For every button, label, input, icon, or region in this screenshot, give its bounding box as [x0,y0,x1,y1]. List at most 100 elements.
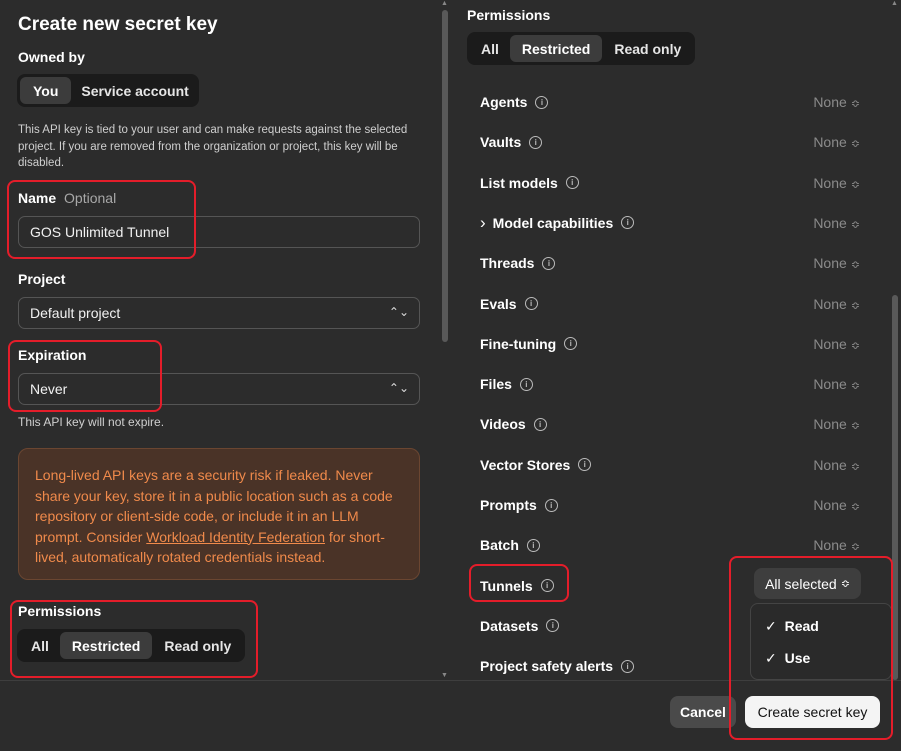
owner-description: This API key is tied to your user and ca… [18,124,408,169]
info-icon[interactable]: i [533,417,547,431]
updown-chevron-icon: ⌃⌄ [388,381,409,395]
info-icon[interactable]: i [564,337,578,351]
permission-row: Files i None ≎ [480,373,860,395]
highlight-name [7,180,196,259]
cancel-button[interactable]: Cancel [670,696,736,728]
permission-name: Batch [480,537,519,554]
info-icon[interactable]: i [565,176,579,190]
expiration-note: This API key will not expire. [18,415,165,429]
permission-row: Prompts i None ≎ [480,494,860,516]
permission-name: Threads [480,255,535,272]
permission-value-select[interactable]: None ≎ [813,94,860,110]
updown-chevron-icon: ≎ [850,460,860,473]
left-scrollbar[interactable] [442,10,448,342]
owner-option-service-account[interactable]: Service account [71,77,198,104]
permission-value: None [813,134,847,151]
permission-name: Prompts [480,497,537,513]
info-icon[interactable]: i [524,297,538,310]
updown-chevron-icon: ≎ [850,299,860,312]
highlight-expiration [8,340,162,412]
project-select[interactable]: Default project ⌃⌄ [18,297,420,329]
permission-row: List models i None ≎ [480,172,860,194]
scroll-up-icon[interactable]: ▲ [441,0,448,7]
highlight-permissions [10,600,258,678]
chevron-right-icon[interactable]: › [480,213,486,233]
permission-value: None [813,255,847,272]
scroll-up-icon[interactable]: ▲ [891,0,898,7]
permission-value: None [813,497,847,513]
permission-row: Threads i None ≎ [480,252,860,274]
updown-chevron-icon: ≎ [850,339,860,352]
permission-value: None [813,295,847,312]
updown-chevron-icon: ≎ [850,218,860,231]
permissions-mode-toggle-right: All Restricted Read only [467,32,695,65]
highlight-tunnels-access [729,556,893,740]
permission-value: None [813,537,847,554]
workload-identity-link[interactable]: Workload Identity Federation [146,529,325,545]
updown-chevron-icon: ≎ [850,259,860,272]
permission-value: None [813,456,847,473]
info-icon[interactable]: i [578,458,592,472]
mode-all[interactable]: All [470,35,510,62]
permission-value-select[interactable]: None ≎ [813,457,860,473]
permission-row: Videos i None ≎ [480,413,860,435]
permission-value-select[interactable]: None ≎ [813,537,860,553]
permission-value: None [813,416,847,433]
mode-read-only[interactable]: Read only [602,35,693,62]
permission-value-select[interactable]: None ≎ [813,134,860,150]
permission-row: Batch i None ≎ [480,534,860,556]
updown-chevron-icon: ≎ [850,98,860,110]
permission-name: Model capabilities [492,214,614,231]
permission-row: Vector Stores i None ≎ [480,454,860,476]
permission-value-select[interactable]: None ≎ [813,215,860,231]
permission-name: Vector Stores [480,456,571,473]
updown-chevron-icon: ⌃⌄ [388,305,409,319]
info-icon[interactable]: i [519,377,533,391]
project-label: Project [18,271,66,287]
permission-name: Vaults [480,134,522,151]
permission-value: None [813,214,847,231]
permission-row: Evals i None ≎ [480,293,860,315]
info-icon[interactable]: i [529,135,543,149]
permission-name: Fine-tuning [480,335,557,352]
permission-name: Videos [480,416,526,433]
permission-row: Agents i None ≎ [480,91,860,113]
updown-chevron-icon: ≎ [850,138,860,151]
security-warning: Long-lived API keys are a security risk … [18,448,420,580]
permission-row: › Model capabilities i None ≎ [480,212,860,234]
updown-chevron-icon: ≎ [850,501,860,513]
dialog-title: Create new secret key [18,14,218,35]
permission-value: None [813,94,847,110]
permission-value: None [813,174,847,191]
info-icon[interactable]: i [526,538,540,552]
owned-by-label: Owned by [18,49,85,65]
info-icon[interactable]: i [535,95,549,109]
permission-value-select[interactable]: None ≎ [813,416,860,432]
updown-chevron-icon: ≎ [850,178,860,191]
permission-value-select[interactable]: None ≎ [813,255,860,271]
permission-name: Project safety alerts [480,658,614,675]
scroll-down-icon[interactable]: ▼ [441,672,448,679]
owner-option-you[interactable]: You [20,77,72,104]
updown-chevron-icon: ≎ [850,380,860,393]
permission-value-select[interactable]: None ≎ [813,497,860,513]
permission-value-select[interactable]: None ≎ [813,376,860,392]
updown-chevron-icon: ≎ [850,541,860,554]
permission-value-select[interactable]: None ≎ [813,175,860,191]
mode-restricted[interactable]: Restricted [509,35,603,62]
info-icon[interactable]: i [621,659,635,673]
permission-name: Files [480,376,512,393]
info-icon[interactable]: i [544,498,558,512]
highlight-tunnels [469,564,569,602]
right-permissions-title: Permissions [467,7,551,23]
info-icon[interactable]: i [621,216,635,230]
owner-toggle: You Service account [17,74,199,107]
permission-name: Agents [480,94,528,110]
permission-name: List models [480,174,558,191]
permission-value-select[interactable]: None ≎ [813,336,860,352]
permission-name: Evals [480,295,517,312]
info-icon[interactable]: i [542,256,556,270]
permission-value-select[interactable]: None ≎ [813,296,860,312]
info-icon[interactable]: i [546,619,560,633]
permission-row: Vaults i None ≎ [480,131,860,153]
